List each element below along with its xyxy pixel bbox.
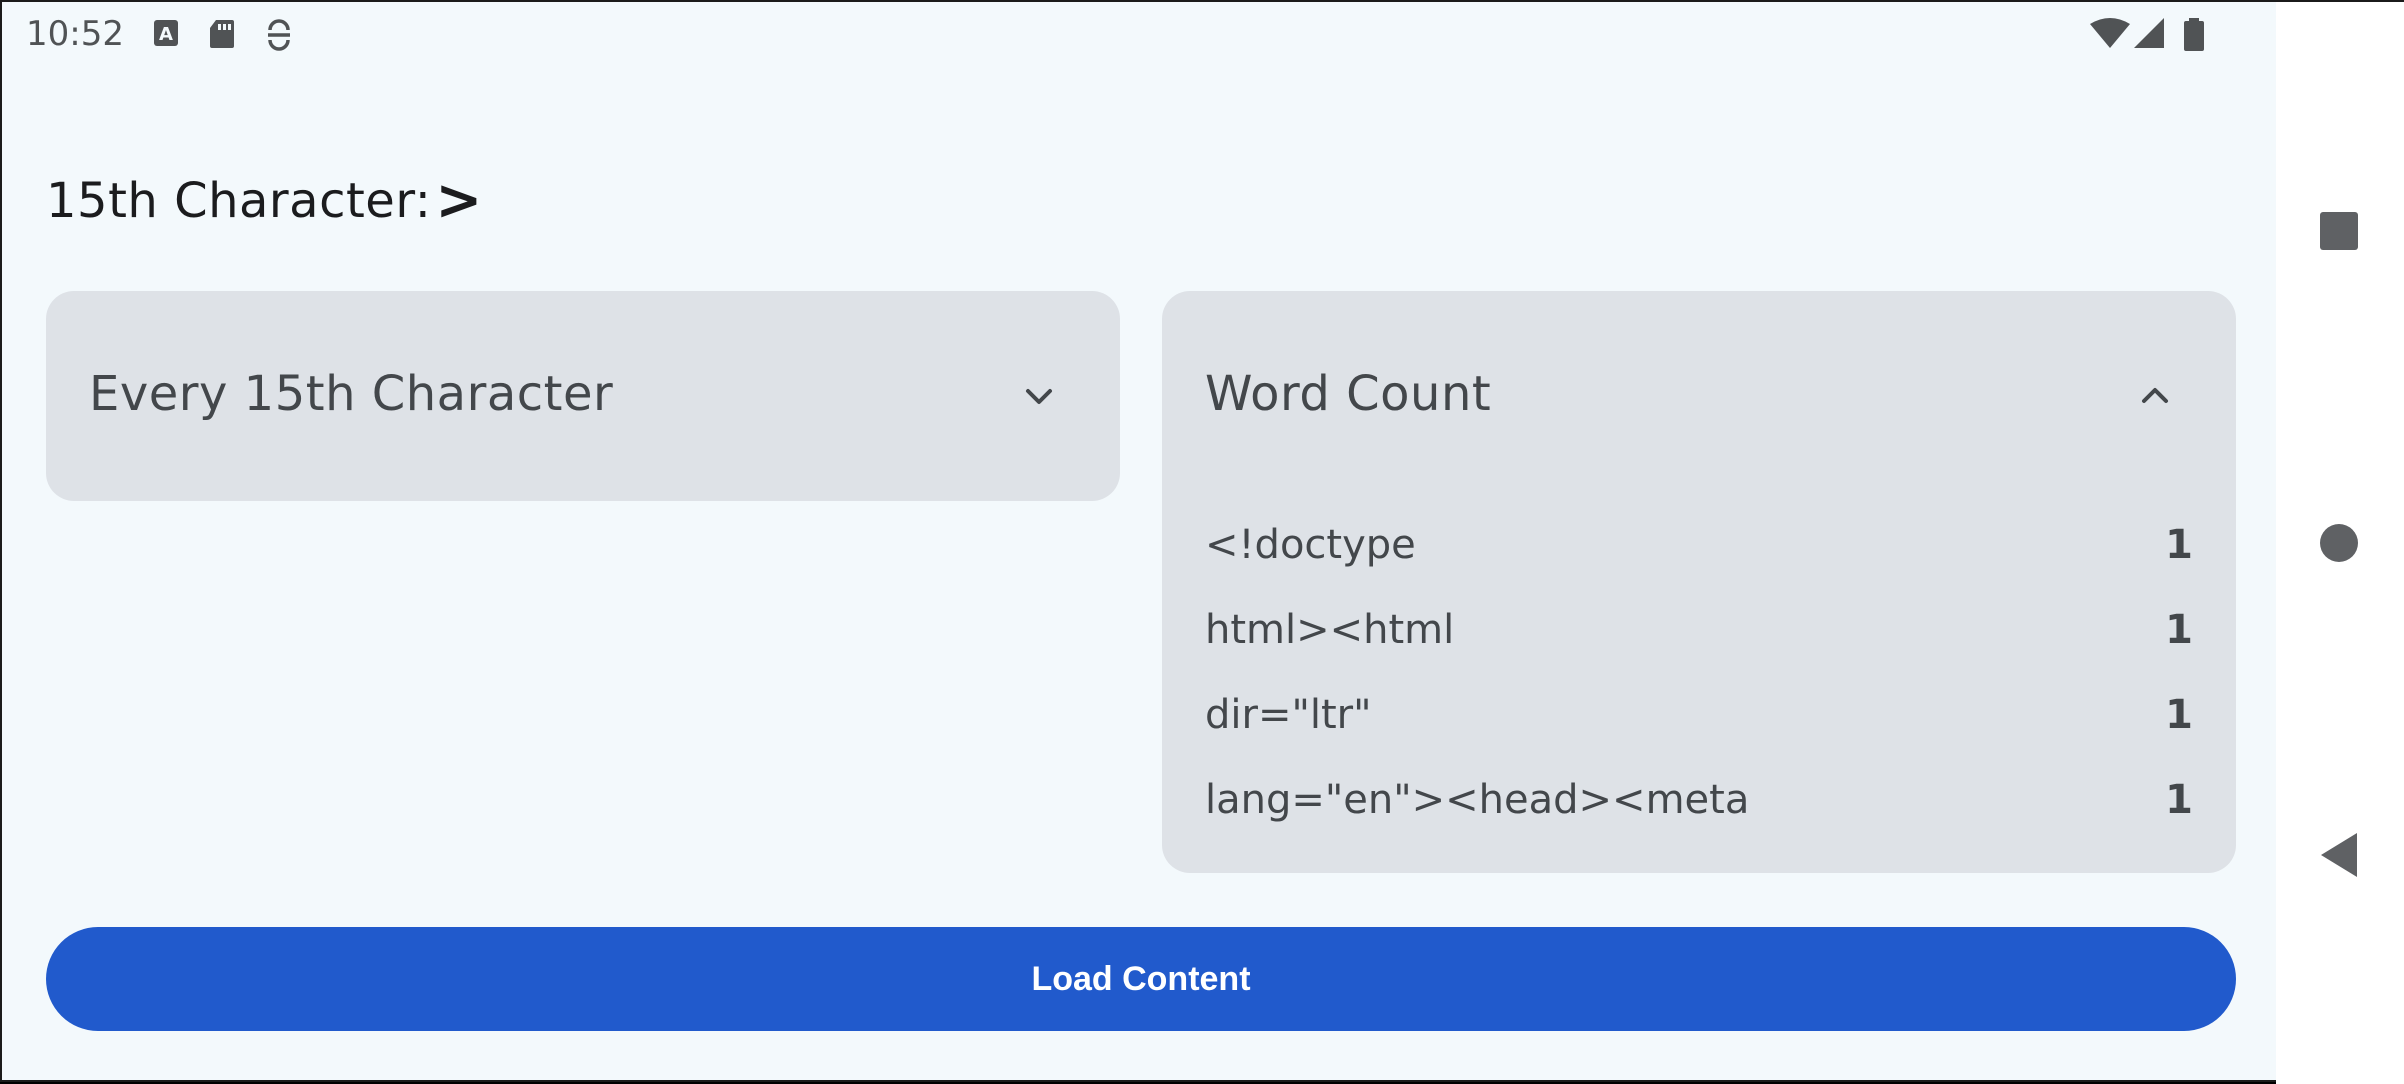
word-text: html><html <box>1205 607 1455 653</box>
status-bar: 10:52 A <box>2 2 2276 68</box>
cell-signal-icon <box>2132 18 2168 50</box>
load-content-button[interactable]: Load Content <box>46 927 2236 1031</box>
svg-text:A: A <box>159 24 173 45</box>
word-count-card: Word Count <!doctype 1 html><html 1 dir=… <box>1162 291 2236 873</box>
circle-icon <box>2320 524 2358 562</box>
sd-card-icon <box>208 18 240 50</box>
a-icon: A <box>152 18 184 50</box>
app-screen: 10:52 A 15th Character: > Every 15th Cha… <box>0 0 2404 1084</box>
fifteenth-character-value: > <box>435 168 483 233</box>
word-count-value: 1 <box>2165 522 2193 568</box>
back-button[interactable] <box>2302 818 2376 892</box>
chevron-down-icon[interactable] <box>1014 371 1064 421</box>
every-15th-character-card: Every 15th Character <box>46 291 1120 501</box>
battery-icon <box>2182 18 2206 51</box>
word-count-header[interactable]: Word Count <box>1162 291 2236 501</box>
chevron-up-icon[interactable] <box>2130 371 2180 421</box>
word-text: dir="ltr" <box>1205 692 1372 738</box>
fifteenth-character-label: 15th Character: <box>46 172 432 229</box>
wifi-icon <box>2090 18 2130 50</box>
back-triangle-icon <box>2321 833 2357 877</box>
word-count-value: 1 <box>2165 777 2193 823</box>
every-15th-character-header[interactable]: Every 15th Character <box>46 291 1120 501</box>
word-count-row: <!doctype 1 <box>1205 522 2193 582</box>
home-button[interactable] <box>2302 506 2376 580</box>
square-icon <box>2320 212 2358 250</box>
word-text: lang="en"><head><meta <box>1205 777 1750 823</box>
word-count-value: 1 <box>2165 692 2193 738</box>
every-15th-character-title: Every 15th Character <box>89 366 614 422</box>
word-text: <!doctype <box>1205 522 1416 568</box>
status-time: 10:52 <box>26 14 124 54</box>
word-count-value: 1 <box>2165 607 2193 653</box>
word-count-title: Word Count <box>1205 366 1492 422</box>
recents-button[interactable] <box>2302 194 2376 268</box>
navigation-bar <box>2276 2 2404 1084</box>
word-count-row: lang="en"><head><meta 1 <box>1205 777 2193 837</box>
sync-icon <box>264 18 296 51</box>
fifteenth-character-heading: 15th Character: > <box>46 168 483 233</box>
word-count-row: dir="ltr" 1 <box>1205 692 2193 752</box>
word-count-row: html><html 1 <box>1205 607 2193 667</box>
